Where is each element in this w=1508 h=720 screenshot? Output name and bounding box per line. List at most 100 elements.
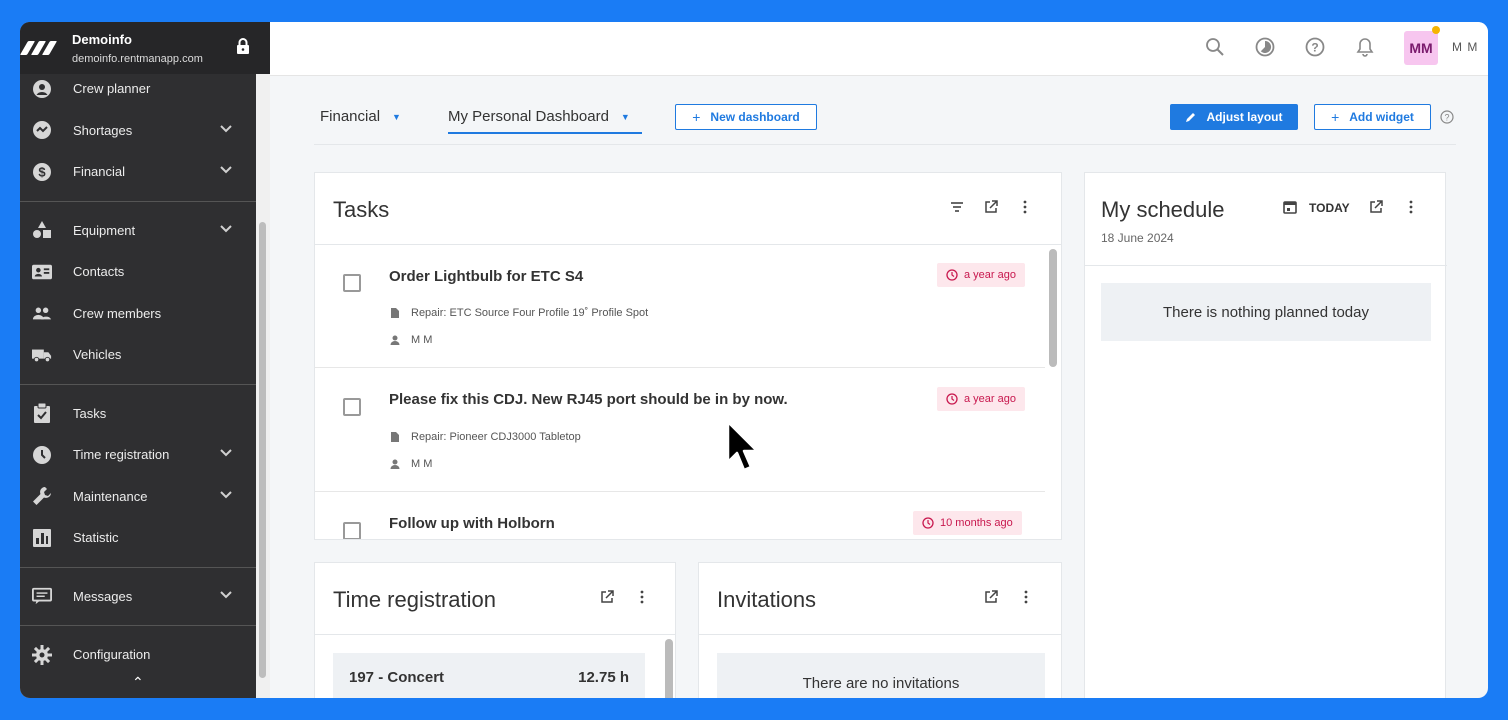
notification-dot bbox=[1432, 26, 1440, 34]
chevron-down-icon[interactable] bbox=[220, 125, 232, 136]
help-icon[interactable]: ? bbox=[1440, 110, 1454, 124]
due-label: a year ago bbox=[964, 393, 1016, 405]
sidebar-item-statistic[interactable]: Statistic bbox=[20, 517, 256, 559]
time-entry-row[interactable]: 197 - Concert 12.75 h bbox=[333, 653, 645, 698]
divider bbox=[699, 634, 1061, 635]
sidebar-item-label: Tasks bbox=[73, 405, 107, 421]
sidebar-item-equipment[interactable]: Equipment bbox=[20, 210, 256, 252]
search-icon[interactable] bbox=[1204, 36, 1226, 58]
filter-icon[interactable] bbox=[949, 199, 965, 215]
task-title[interactable]: Order Lightbulb for ETC S4 bbox=[389, 268, 583, 285]
sidebar-nav: Crew planner Shortages $ Financial Equipment… bbox=[20, 74, 256, 698]
plus-icon: + bbox=[692, 109, 701, 125]
active-tab-underline bbox=[448, 132, 642, 134]
sidebar-item-crew-planner[interactable]: Crew planner bbox=[20, 74, 256, 110]
task-repair: Repair: Pioneer CDJ3000 Tabletop bbox=[389, 431, 581, 443]
sidebar-divider bbox=[20, 200, 256, 202]
wrench-icon bbox=[32, 486, 52, 506]
sidebar-item-label: Maintenance bbox=[73, 488, 148, 504]
calendar-icon[interactable] bbox=[1282, 199, 1298, 215]
sidebar-item-vehicles[interactable]: Vehicles bbox=[20, 334, 256, 376]
sidebar-item-label: Contacts bbox=[73, 264, 125, 280]
task-row[interactable]: Order Lightbulb for ETC S4 Repair: ETC S… bbox=[315, 245, 1045, 368]
chevron-down-icon[interactable] bbox=[220, 166, 232, 177]
sidebar-item-financial[interactable]: $ Financial bbox=[20, 151, 256, 193]
chevron-down-icon[interactable] bbox=[220, 491, 232, 502]
more-vertical-icon[interactable] bbox=[1403, 199, 1419, 215]
time-scroll-thumb[interactable] bbox=[665, 639, 673, 698]
invitations-empty-message: There are no invitations bbox=[717, 653, 1045, 698]
sidebar-item-time-registration[interactable]: Time registration bbox=[20, 434, 256, 476]
more-vertical-icon[interactable] bbox=[1017, 199, 1033, 215]
bell-icon[interactable] bbox=[1354, 36, 1376, 58]
collapse-up-icon[interactable]: ⌃ bbox=[132, 674, 144, 691]
brand-header[interactable]: Demoinfo demoinfo.rentmanapp.com bbox=[20, 22, 270, 74]
schedule-title: My schedule bbox=[1101, 197, 1225, 222]
sidebar-item-label: Time registration bbox=[73, 447, 170, 463]
open-external-icon[interactable] bbox=[983, 589, 999, 605]
sidebar-item-maintenance[interactable]: Maintenance bbox=[20, 476, 256, 518]
sidebar-item-label: Messages bbox=[73, 588, 133, 604]
tasks-scroll-thumb[interactable] bbox=[1049, 249, 1057, 367]
open-external-icon[interactable] bbox=[599, 589, 615, 605]
tab-financial[interactable]: Financial ▼ bbox=[320, 108, 401, 125]
help-icon[interactable]: ? bbox=[1304, 36, 1326, 58]
task-row[interactable]: Please fix this CDJ. New RJ45 port shoul… bbox=[315, 368, 1045, 492]
new-dashboard-button[interactable]: + New dashboard bbox=[675, 104, 817, 130]
caret-down-icon: ▼ bbox=[392, 112, 401, 123]
more-vertical-icon[interactable] bbox=[634, 589, 650, 605]
sidebar-item-label: Statistic bbox=[73, 530, 119, 546]
clock-icon bbox=[946, 393, 958, 405]
chevron-down-icon[interactable] bbox=[220, 225, 232, 236]
today-button[interactable]: TODAY bbox=[1309, 201, 1350, 215]
schedule-widget: My schedule 18 June 2024 TODAY There is … bbox=[1084, 172, 1447, 698]
person-icon bbox=[390, 459, 400, 469]
avatar[interactable]: MM bbox=[1404, 31, 1438, 65]
add-widget-button[interactable]: + Add widget bbox=[1314, 104, 1431, 130]
tab-my-personal-dashboard[interactable]: My Personal Dashboard ▼ bbox=[448, 108, 630, 125]
task-title[interactable]: Please fix this CDJ. New RJ45 port shoul… bbox=[389, 391, 788, 408]
company-name: Demoinfo bbox=[72, 31, 132, 47]
task-checkbox[interactable] bbox=[343, 522, 361, 539]
time-entry-label: 197 - Concert bbox=[349, 669, 445, 686]
sidebar-item-tasks[interactable]: Tasks bbox=[20, 393, 256, 435]
sidebar-item-messages[interactable]: Messages bbox=[20, 576, 256, 618]
sidebar-item-crew-members[interactable]: Crew members bbox=[20, 293, 256, 335]
chevron-down-icon[interactable] bbox=[220, 591, 232, 602]
svg-text:?: ? bbox=[1444, 113, 1449, 123]
open-external-icon[interactable] bbox=[983, 199, 999, 215]
divider bbox=[1085, 265, 1447, 266]
clock-icon bbox=[946, 269, 958, 281]
lock-icon[interactable] bbox=[236, 37, 250, 55]
contact-card-icon bbox=[32, 262, 52, 282]
gear-icon bbox=[32, 644, 52, 665]
sidebar-scroll-thumb[interactable] bbox=[259, 222, 266, 678]
sidebar-scrollbar[interactable] bbox=[256, 74, 270, 698]
shortage-icon bbox=[32, 120, 52, 140]
task-checkbox[interactable] bbox=[343, 398, 361, 416]
sidebar-divider bbox=[20, 625, 256, 626]
sidebar-item-label: Crew planner bbox=[73, 81, 151, 97]
time-registration-title: Time registration bbox=[333, 587, 497, 612]
adjust-layout-button[interactable]: Adjust layout bbox=[1170, 104, 1298, 130]
topbar: ? MM M M bbox=[270, 22, 1488, 76]
open-external-icon[interactable] bbox=[1368, 199, 1384, 215]
divider bbox=[314, 144, 1456, 145]
shapes-icon bbox=[32, 220, 52, 240]
people-icon bbox=[32, 303, 52, 323]
more-vertical-icon[interactable] bbox=[1018, 589, 1034, 605]
user-name[interactable]: M M bbox=[1452, 40, 1478, 54]
task-title[interactable]: Follow up with Holborn bbox=[389, 515, 555, 532]
timer-icon[interactable] bbox=[1254, 36, 1276, 58]
divider bbox=[315, 634, 675, 635]
due-badge: a year ago bbox=[937, 387, 1025, 411]
sidebar-item-label: Configuration bbox=[73, 647, 151, 663]
sidebar-item-shortages[interactable]: Shortages bbox=[20, 110, 256, 152]
add-widget-label: Add widget bbox=[1349, 110, 1414, 124]
sidebar-item-configuration[interactable]: Configuration bbox=[20, 634, 256, 676]
mouse-cursor-icon bbox=[726, 420, 759, 472]
sidebar-item-contacts[interactable]: Contacts bbox=[20, 251, 256, 293]
task-row[interactable]: Follow up with Holborn 10 months ago bbox=[315, 492, 1045, 539]
task-checkbox[interactable] bbox=[343, 274, 361, 292]
chevron-down-icon[interactable] bbox=[220, 449, 232, 460]
